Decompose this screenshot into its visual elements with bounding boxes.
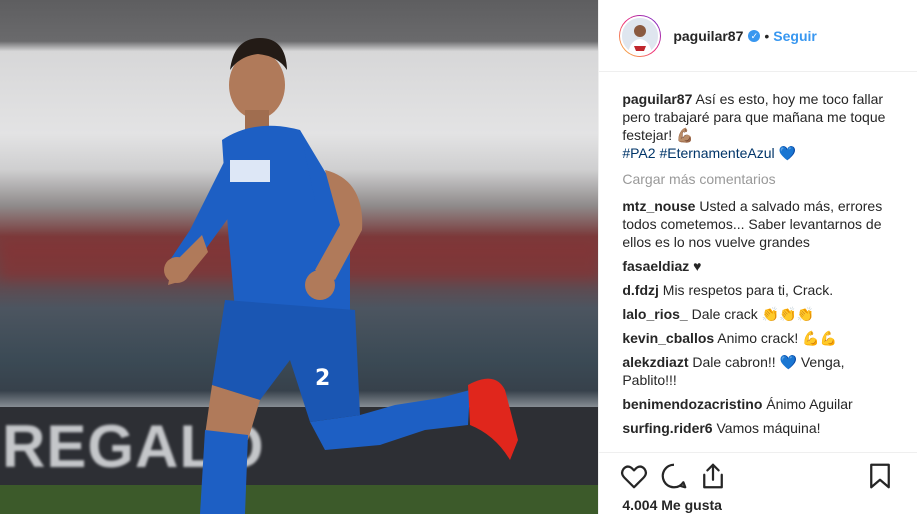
bookmark-icon[interactable]	[865, 461, 895, 491]
comments-list: paguilar87 Así es esto, hoy me toco fall…	[599, 72, 902, 437]
verified-badge-icon: ✓	[748, 29, 761, 42]
comment: alekzdiazt Dale cabron!! 💙 Venga, Pablit…	[622, 353, 902, 389]
comment-username[interactable]: alekzdiazt	[622, 354, 688, 370]
likes-count[interactable]: 4.004 Me gusta	[622, 497, 722, 513]
post-side-panel: paguilar87 ✓ • Seguir paguilar87 Así es …	[598, 0, 917, 514]
comment: benimendozacristino Ánimo Aguilar	[622, 395, 902, 413]
instagram-post: REGALO 2 paguilar87 ✓ • Seguir paguilar8…	[0, 0, 917, 514]
comment-username[interactable]: d.fdzj	[622, 282, 659, 298]
caption-username[interactable]: paguilar87	[622, 91, 692, 107]
load-more-comments-button[interactable]: Cargar más comentarios	[622, 170, 902, 188]
comment-username[interactable]: mtz_nouse	[622, 198, 695, 214]
svg-text:2: 2	[315, 366, 330, 391]
comment: surfing.rider6 Vamos máquina!	[622, 419, 902, 437]
action-bar: 4.004 Me gusta	[599, 452, 917, 515]
comment: d.fdzj Mis respetos para ti, Crack.	[622, 281, 902, 299]
avatar-photo-icon	[622, 17, 659, 54]
post-username[interactable]: paguilar87	[673, 28, 743, 44]
comment: fasaeldiaz ♥	[622, 257, 902, 275]
comment-text: Ánimo Aguilar	[766, 396, 853, 412]
post-header: paguilar87 ✓ • Seguir	[599, 0, 917, 72]
comment-text: Animo crack! 💪💪	[717, 330, 837, 346]
avatar-image	[620, 15, 661, 56]
comment: lalo_rios_ Dale crack 👏👏👏	[622, 305, 902, 323]
follow-button[interactable]: Seguir	[773, 28, 817, 44]
comment-icon[interactable]	[659, 461, 689, 491]
comment-text: Dale crack 👏👏👏	[691, 306, 814, 322]
comment-username[interactable]: kevin_cballos	[622, 330, 714, 346]
comment: kevin_cballos Animo crack! 💪💪	[622, 329, 902, 347]
post-photo[interactable]: REGALO 2	[0, 0, 599, 514]
comment-username[interactable]: fasaeldiaz	[622, 258, 689, 274]
separator-dot: •	[764, 27, 770, 44]
comment-text: Mis respetos para ti, Crack.	[662, 282, 834, 298]
comment-text: Vamos máquina!	[716, 420, 821, 436]
player-figure: 2	[164, 38, 518, 514]
comment: mtz_nouse Usted a salvado más, errores t…	[622, 197, 902, 251]
caption: paguilar87 Así es esto, hoy me toco fall…	[622, 90, 902, 162]
comment-username[interactable]: lalo_rios_	[622, 306, 687, 322]
comment-username[interactable]: surfing.rider6	[622, 420, 712, 436]
caption-hashtags[interactable]: #PA2 #EternamenteAzul 💙	[622, 145, 796, 161]
share-icon[interactable]	[698, 461, 728, 491]
avatar[interactable]	[619, 14, 662, 57]
heart-icon[interactable]	[619, 461, 649, 491]
comment-username[interactable]: benimendozacristino	[622, 396, 762, 412]
comment-text: ♥	[693, 258, 702, 274]
